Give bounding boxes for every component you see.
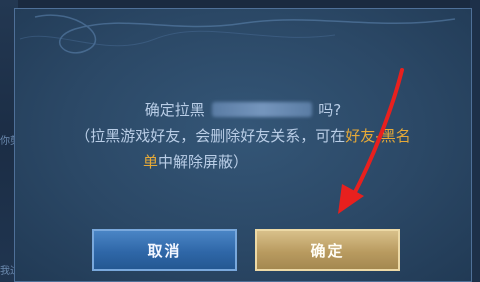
block-friend-dialog: 确定拉黑 吗? （拉黑游戏好友，会删除好友关系，可在好友-黑名 单中解除屏蔽） … <box>14 8 472 282</box>
message-suffix: 吗? <box>318 101 342 119</box>
friend-blacklist-link: 好友-黑名 <box>345 127 411 145</box>
message-line-1: 确定拉黑 吗? <box>15 97 471 123</box>
dialog-message: 确定拉黑 吗? （拉黑游戏好友，会删除好友关系，可在好友-黑名 单中解除屏蔽） <box>15 97 471 175</box>
blurred-player-name <box>211 102 312 117</box>
cancel-button[interactable]: 取消 <box>92 229 237 271</box>
message-hint-end: 中解除屏蔽） <box>158 153 249 171</box>
confirm-button[interactable]: 确定 <box>255 229 400 271</box>
decorative-swirl-icon <box>19 14 456 54</box>
message-line-3: 单中解除屏蔽） <box>15 149 471 175</box>
friend-blacklist-link-end: 单 <box>143 153 159 171</box>
message-hint-text: （拉黑游戏好友，会删除好友关系，可在 <box>75 127 346 145</box>
message-prefix: 确定拉黑 <box>144 101 205 119</box>
message-line-2: （拉黑游戏好友，会删除好友关系，可在好友-黑名 <box>15 123 471 149</box>
